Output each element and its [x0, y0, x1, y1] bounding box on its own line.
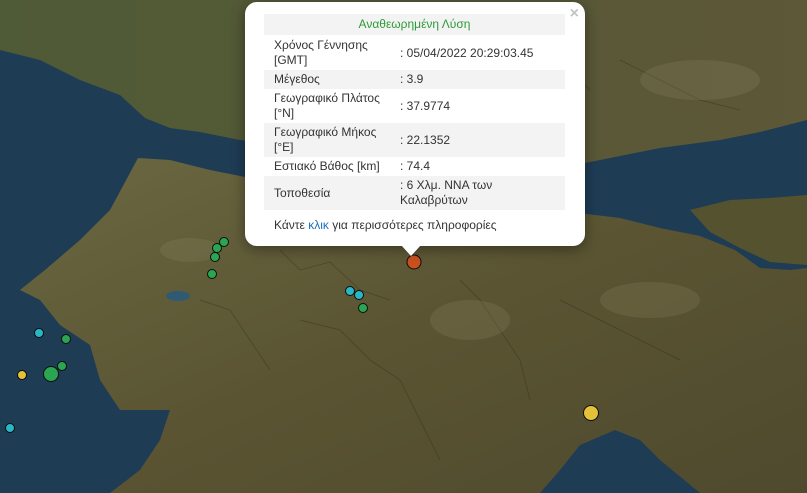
earthquake-marker[interactable] — [345, 286, 355, 296]
table-row: Χρόνος Γέννησης [GMT] : 05/04/2022 20:29… — [264, 36, 565, 70]
row-value: : 3.9 — [400, 72, 424, 86]
earthquake-marker[interactable] — [358, 303, 368, 313]
earthquake-marker[interactable] — [61, 334, 71, 344]
popup-footer: Κάντε κλικ για περισσότερες πληροφορίες — [274, 218, 497, 232]
earthquake-info-table: Χρόνος Γέννησης [GMT] : 05/04/2022 20:29… — [264, 36, 565, 210]
row-value: : 22.1352 — [400, 132, 451, 147]
earthquake-marker[interactable] — [583, 405, 599, 421]
popup-title: Αναθεωρημένη Λύση — [264, 14, 565, 35]
lake — [166, 291, 190, 301]
row-value: : 74.4 — [400, 159, 431, 173]
table-row: Μέγεθος : 3.9 — [264, 70, 565, 89]
table-row: Γεωγραφικό Πλάτος [°N] : 37.9774 — [264, 89, 565, 123]
earthquake-marker[interactable] — [57, 361, 67, 371]
table-row: Γεωγραφικό Μήκος [°E] : 22.1352 — [264, 123, 565, 157]
footer-text-pre: Κάντε — [274, 218, 305, 232]
more-info-link[interactable]: κλικ — [308, 218, 329, 232]
earthquake-marker[interactable] — [5, 423, 15, 433]
table-row: Τοποθεσία : 6 Χλμ. ΝΝΑ των Καλαβρύτων — [264, 176, 565, 210]
row-label: Γεωγραφικό Μήκος [°E] — [274, 125, 377, 154]
earthquake-marker[interactable] — [17, 370, 27, 380]
row-value: : 05/04/2022 20:29:03.45 — [400, 45, 534, 60]
earthquake-marker[interactable] — [210, 252, 220, 262]
selected-earthquake-marker[interactable] — [406, 254, 422, 270]
earthquake-marker[interactable] — [34, 328, 44, 338]
earthquake-marker[interactable] — [43, 366, 59, 382]
table-row: Εστιακό Βάθος [km] : 74.4 — [264, 157, 565, 176]
earthquake-marker[interactable] — [354, 290, 364, 300]
footer-text-post: για περισσότερες πληροφορίες — [332, 218, 497, 232]
earthquake-marker[interactable] — [207, 269, 217, 279]
row-label: Εστιακό Βάθος [km] — [274, 159, 380, 173]
row-value: : 6 Χλμ. ΝΝΑ των Καλαβρύτων — [400, 178, 493, 207]
row-label: Μέγεθος — [274, 72, 320, 86]
row-label: Χρόνος Γέννησης [GMT] — [274, 38, 368, 67]
earthquake-popup: × Αναθεωρημένη Λύση Χρόνος Γέννησης [GMT… — [245, 2, 585, 256]
row-value: : 37.9774 — [400, 98, 451, 113]
earthquake-marker[interactable] — [212, 243, 222, 253]
row-label: Γεωγραφικό Πλάτος [°N] — [274, 91, 380, 120]
row-label: Τοποθεσία — [274, 185, 331, 200]
close-icon[interactable]: × — [570, 5, 579, 23]
